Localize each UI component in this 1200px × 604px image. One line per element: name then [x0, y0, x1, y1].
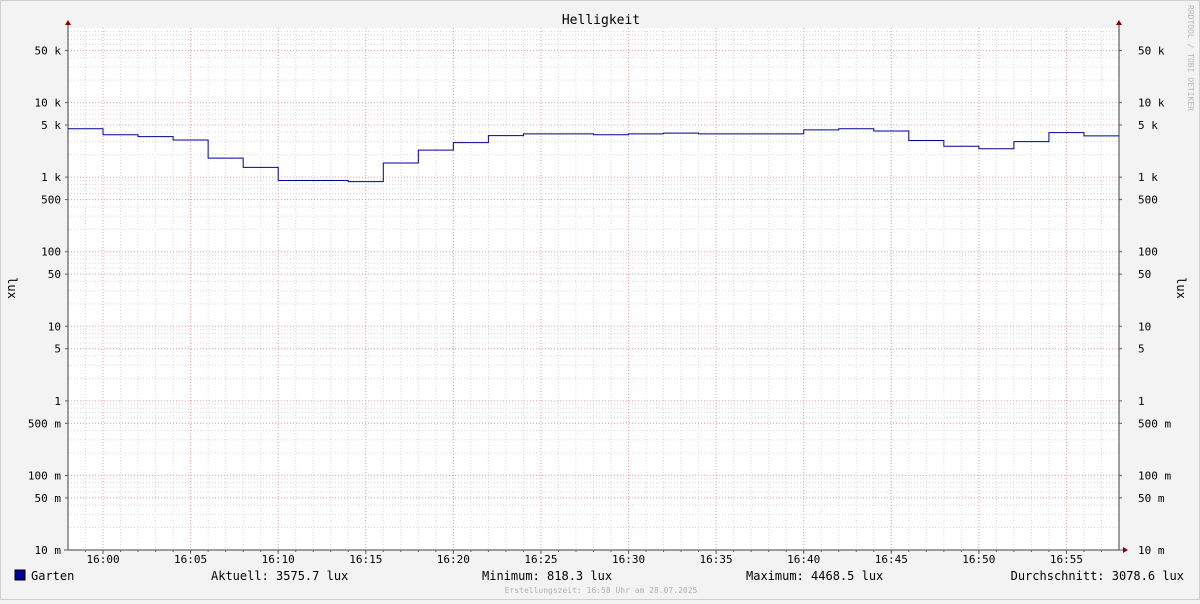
legend-stat-durchschnitt: Durchschnitt: 3078.6 lux	[1011, 569, 1184, 583]
y-tick-label-right: 50 m	[1138, 492, 1165, 505]
x-tick-label: 16:30	[612, 553, 645, 566]
x-tick-label: 16:50	[962, 553, 995, 566]
legend-stat-aktuell: Aktuell: 3575.7 lux	[211, 569, 348, 583]
y-tick-label-left: 10 k	[35, 97, 62, 110]
y-tick-label-right: 100 m	[1138, 469, 1171, 482]
x-tick-label: 16:45	[875, 553, 908, 566]
y-tick-label-right: 50 k	[1138, 44, 1165, 57]
y-tick-label-right: 1	[1138, 395, 1145, 408]
y-tick-label-right: 5 k	[1138, 119, 1158, 132]
y-tick-label-left: 10	[48, 320, 61, 333]
legend-stat-minimum: Minimum: 818.3 lux	[482, 569, 612, 583]
x-tick-label: 16:55	[1050, 553, 1083, 566]
y-tick-label-left: 10 m	[35, 544, 62, 557]
legend-swatch-garten	[14, 569, 26, 581]
y-tick-label-left: 1	[54, 395, 61, 408]
y-tick-label-right: 5	[1138, 343, 1145, 356]
y-tick-label-right: 10 m	[1138, 544, 1165, 557]
y-tick-label-right: 10	[1138, 320, 1151, 333]
y-tick-label-right: 500 m	[1138, 417, 1171, 430]
x-tick-label: 16:15	[349, 553, 382, 566]
y-tick-label-left: 500 m	[28, 417, 61, 430]
y-tick-label-left: 500	[41, 194, 61, 207]
y-tick-label-right: 500	[1138, 194, 1158, 207]
y-tick-label-right: 10 k	[1138, 97, 1165, 110]
y-tick-label-left: 50 m	[35, 492, 62, 505]
y-axis-left-arrow	[65, 20, 71, 25]
x-tick-label: 16:05	[174, 553, 207, 566]
y-tick-label-left: 100	[41, 246, 61, 259]
watermark: RRDTOOL / TOBI OETIKER	[1186, 5, 1195, 111]
x-tick-label: 16:10	[262, 553, 295, 566]
creation-time-footer: Erstellungszeit: 16:58 Uhr am 28.07.2025	[505, 586, 698, 595]
x-tick-labels: 16:00 16:05 16:10 16:15 16:20 16:25 16:30 16:35…	[86, 553, 1083, 566]
y-tick-label-left: 50	[48, 268, 61, 281]
y-axis-label-right: lux	[1174, 277, 1188, 299]
y-axis-right-arrow	[1116, 20, 1122, 25]
x-tick-label: 16:25	[524, 553, 557, 566]
chart-title: Helligkeit	[562, 13, 640, 28]
x-tick-label: 16:00	[86, 553, 119, 566]
y-tick-label-left: 100 m	[28, 469, 61, 482]
x-tick-label: 16:40	[787, 553, 820, 566]
y-axis-label-left: lux	[5, 277, 19, 299]
x-tick-label: 16:20	[437, 553, 470, 566]
y-tick-label-left: 5 k	[41, 119, 61, 132]
legend-label-garten: Garten	[31, 569, 74, 583]
x-tick-label: 16:35	[700, 553, 733, 566]
y-tick-label-left: 1 k	[41, 171, 61, 184]
graph-frame: Helligkeit RRDTOOL / TOBI OETIKER 50 k 10…	[0, 0, 1200, 600]
y-tick-label-left: 5	[54, 343, 61, 356]
y-tick-label-left: 50 k	[35, 44, 62, 57]
y-tick-label-right: 100	[1138, 246, 1158, 259]
brightness-chart: Helligkeit RRDTOOL / TOBI OETIKER 50 k 10…	[5, 5, 1195, 595]
y-tick-labels-left: 50 k 10 k 5 k 1 k 500 100 50 10 5 1 500 m 100 m 50 m…	[28, 44, 61, 557]
y-tick-label-right: 50	[1138, 268, 1151, 281]
y-tick-label-right: 1 k	[1138, 171, 1158, 184]
x-axis-arrow	[1123, 547, 1128, 553]
y-tick-labels-right: 50 k 10 k 5 k 1 k 500 100 50 10 5 1 500 m 100 m 50 m…	[1138, 44, 1171, 557]
legend-stat-maximum: Maximum: 4468.5 lux	[746, 569, 883, 583]
